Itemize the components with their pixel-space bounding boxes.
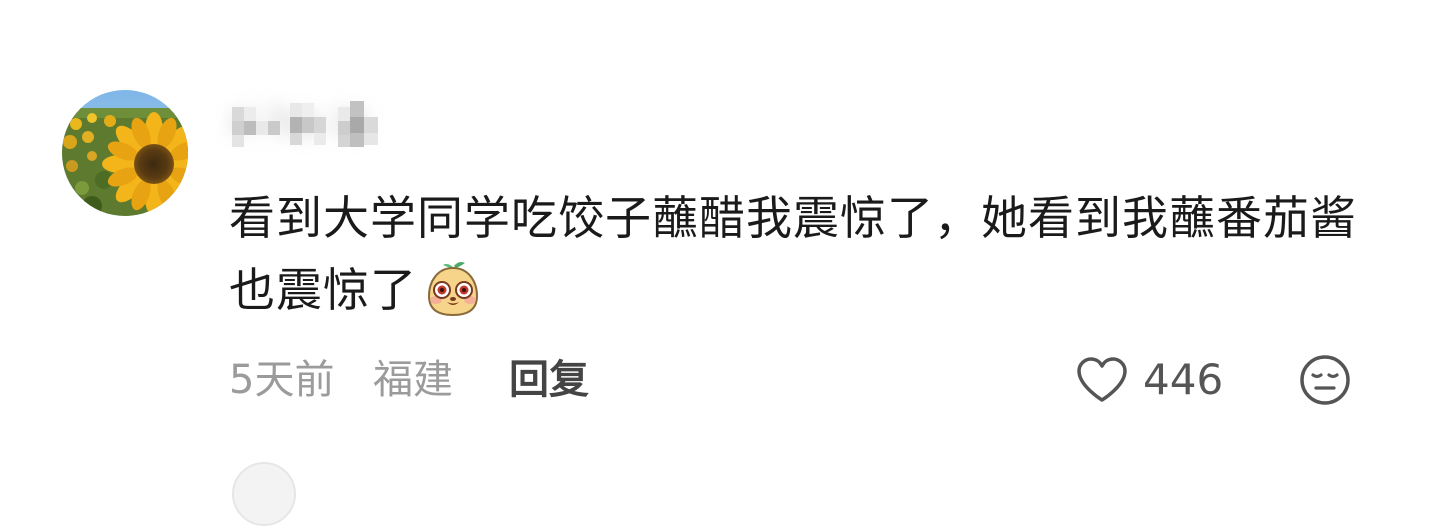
smiley-face-icon[interactable] — [1299, 354, 1351, 406]
like-count: 446 — [1143, 355, 1224, 404]
username[interactable]: ri ha ie — [230, 95, 405, 150]
next-comment-avatar[interactable] — [232, 462, 296, 526]
user-avatar[interactable] — [62, 90, 188, 216]
comment-text: 看到大学同学吃饺子蘸醋我震惊了，她看到我蘸番茄酱也震惊了 — [229, 182, 1369, 326]
comment-body: 看到大学同学吃饺子蘸醋我震惊了，她看到我蘸番茄酱也震惊了 — [229, 191, 1357, 317]
comment-time: 5天前 — [229, 357, 335, 403]
comment-meta-row: 5天前 福建 回复 446 — [229, 348, 1379, 412]
surprised-chick-sticker-icon — [427, 262, 479, 317]
heart-outline-icon — [1077, 357, 1127, 402]
username-mosaic — [232, 101, 378, 147]
sunflower-avatar-image — [62, 90, 188, 216]
like-button[interactable]: 446 — [1075, 348, 1223, 412]
comment-item: ri ha ie 看到大学同学吃饺子蘸醋我震 — [0, 0, 1438, 526]
reply-button[interactable]: 回复 — [509, 348, 589, 412]
comment-location: 福建 — [373, 357, 453, 403]
